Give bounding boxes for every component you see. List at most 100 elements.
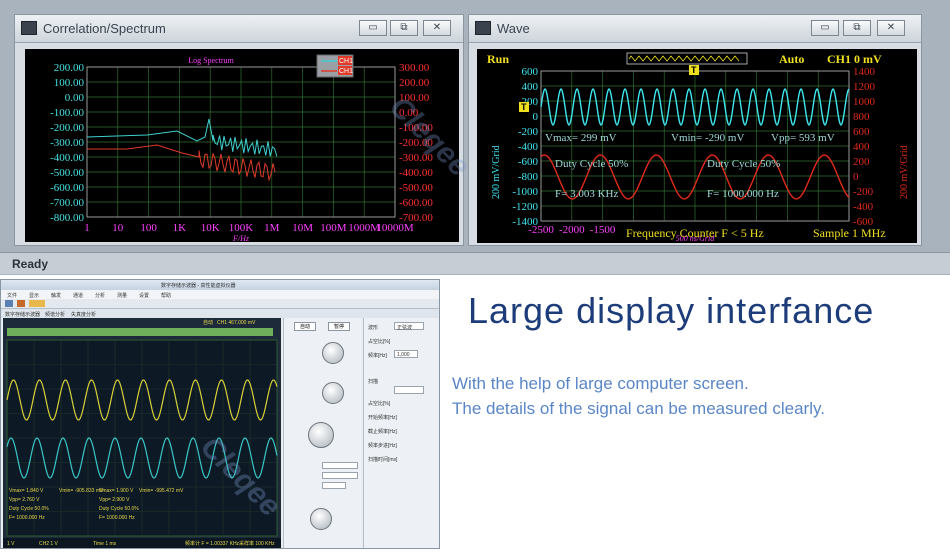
ch2-volts-knob[interactable] bbox=[322, 382, 344, 404]
spectrum-chart: 200.00 100.00 0.00 -100.00 -200.00 -300.00 -40… bbox=[50, 54, 433, 243]
left-tick-label: -100.00 bbox=[50, 107, 84, 119]
menu-settings[interactable]: 设置 bbox=[139, 292, 149, 299]
frequency-ch2: F= 1000.000 Hz bbox=[707, 188, 779, 200]
right-tick-label: 600 bbox=[853, 126, 870, 138]
tab-spectrum[interactable]: 频谱分析 bbox=[45, 311, 65, 318]
wave-plot[interactable]: 600 400 200 0 -200 -400 -600 -800 -1000 -1200 -140… bbox=[477, 49, 917, 243]
scope-software-window: 数字存储示波器 - 高性能虚拟仪器 文件 显示 触发 通道 分析 测量 设置 帮… bbox=[0, 279, 440, 549]
window-titlebar[interactable]: 数字存储示波器 - 高性能虚拟仪器 bbox=[1, 280, 439, 290]
spectrum-window: Correlation/Spectrum ▭ ⧉ ✕ 200.00 100.00 0… bbox=[14, 14, 464, 246]
right-tick-label: 200 bbox=[853, 156, 870, 168]
plot-label: Log Spectrum bbox=[188, 56, 234, 65]
menu-trigger[interactable]: 触发 bbox=[51, 292, 61, 299]
vmax-readout: Vmax= 299 mV bbox=[545, 132, 617, 144]
ch1-volts-knob[interactable] bbox=[322, 342, 344, 364]
menu-help[interactable]: 帮助 bbox=[161, 292, 171, 299]
app-icon bbox=[21, 21, 37, 35]
trigger-mode-select[interactable] bbox=[322, 462, 358, 469]
ch1-measurement: Vmax= 1.840 V bbox=[9, 488, 44, 494]
right-tick-label: 1400 bbox=[853, 66, 876, 78]
left-tick-label: -200 bbox=[518, 126, 539, 138]
panel-label: 截止频率[Hz] bbox=[368, 429, 397, 435]
left-tick-label: 0 bbox=[533, 111, 539, 123]
left-tick-label: -400.00 bbox=[50, 152, 84, 164]
x-tick-label: 10 bbox=[112, 222, 124, 234]
sweep-wave-select[interactable] bbox=[394, 386, 424, 394]
left-tick-label: -1200 bbox=[512, 201, 538, 213]
close-button[interactable]: ✕ bbox=[423, 20, 451, 36]
duty-cycle-ch1: Duty Cycle 50% bbox=[555, 158, 628, 170]
spectrum-plot[interactable]: 200.00 100.00 0.00 -100.00 -200.00 -300.00 -40… bbox=[25, 49, 459, 243]
left-axis-unit: 200 mV/Grid bbox=[491, 145, 502, 199]
level-marker-label: T bbox=[521, 102, 527, 112]
waveform-select[interactable]: 正弦波 bbox=[394, 322, 424, 331]
minimize-button[interactable]: ▭ bbox=[811, 20, 839, 36]
toolbar-icon[interactable] bbox=[29, 300, 45, 307]
panel-label: 波形 bbox=[368, 325, 379, 331]
toolbar-icon[interactable] bbox=[17, 300, 25, 307]
status-bar: Ready bbox=[0, 252, 950, 274]
panel-label: 频率[Hz] bbox=[368, 353, 387, 359]
menu-analysis[interactable]: 分析 bbox=[95, 292, 105, 299]
x-tick-label: 100K bbox=[229, 222, 254, 234]
sample-rate: 采样率 100 KHz bbox=[239, 540, 275, 547]
pause-button[interactable]: 暂停 bbox=[328, 322, 350, 331]
ch1-measurement: Duty Cycle 50.0% bbox=[9, 506, 49, 512]
frequency-counter: Frequency Counter F < 5 Hz bbox=[626, 226, 764, 240]
mode-readout: 自动 bbox=[203, 319, 213, 326]
spectrum-trace-2 bbox=[87, 144, 276, 182]
ch1-measurement: F= 1000.000 Hz bbox=[9, 515, 45, 521]
menu-file[interactable]: 文件 bbox=[7, 292, 17, 299]
x-tick-label: -1500 bbox=[590, 224, 616, 236]
left-tick-label: 0.00 bbox=[65, 92, 85, 104]
wave-window-titlebar[interactable]: Wave ▭ ⧉ ✕ bbox=[469, 15, 921, 43]
toolbar-icon[interactable] bbox=[5, 300, 13, 307]
oscilloscope-app-window: Correlation/Spectrum ▭ ⧉ ✕ 200.00 100.00 0… bbox=[0, 0, 950, 275]
minimize-button[interactable]: ▭ bbox=[359, 20, 387, 36]
restore-button[interactable]: ⧉ bbox=[843, 20, 871, 36]
tab-distortion[interactable]: 失真度分析 bbox=[71, 311, 96, 318]
waveform-chart: 6004002000-200-400-600-800-1000-1200-140… bbox=[487, 52, 910, 243]
promo-line-2: The details of the signal can be measure… bbox=[452, 399, 825, 418]
ch1-vmin: Vmin= -905.833 mV bbox=[59, 488, 104, 494]
spectrum-window-titlebar[interactable]: Correlation/Spectrum ▭ ⧉ ✕ bbox=[15, 15, 463, 43]
x-tick-label: 1K bbox=[173, 222, 187, 234]
ch1-measurement: Vpp= 2.760 V bbox=[9, 497, 40, 503]
vpp-readout: Vpp= 593 mV bbox=[771, 132, 835, 144]
timebase-knob[interactable] bbox=[308, 422, 334, 448]
menu-channel[interactable]: 通道 bbox=[73, 292, 83, 299]
scope-display[interactable]: 自动 CH1 467.000 mV Vmax= 1.840 V Vpp= 2.760 … bbox=[3, 318, 281, 548]
frequency-input[interactable]: 1,000 bbox=[394, 350, 418, 358]
x-tick-label: -2500 bbox=[528, 224, 554, 236]
trigger-source-select[interactable] bbox=[322, 472, 358, 479]
trigger-level-knob[interactable] bbox=[310, 508, 332, 530]
right-tick-label: -400.00 bbox=[399, 167, 433, 179]
right-tick-label: 800 bbox=[853, 111, 870, 123]
panel-label: 占空比[%] bbox=[368, 339, 391, 345]
left-tick-label: -300.00 bbox=[50, 137, 84, 149]
wave-window: Wave ▭ ⧉ ✕ 600 400 200 0 -200 -400 -600 -800 -10… bbox=[468, 14, 922, 246]
menu-display[interactable]: 显示 bbox=[29, 292, 39, 299]
auto-button[interactable]: 自动 bbox=[294, 322, 316, 331]
sample-rate: Sample 1 MHz bbox=[813, 226, 886, 240]
left-tick-label: 600 bbox=[522, 66, 539, 78]
close-button[interactable]: ✕ bbox=[877, 20, 905, 36]
menu-measure[interactable]: 测量 bbox=[117, 292, 127, 299]
right-tick-label: 1000 bbox=[853, 96, 876, 108]
trigger-level-input[interactable] bbox=[322, 482, 346, 489]
left-tick-label: -600.00 bbox=[50, 182, 84, 194]
ch2-measurement: Vmax= 1.900 V bbox=[99, 488, 134, 494]
right-tick-label: -200 bbox=[853, 186, 874, 198]
restore-button[interactable]: ⧉ bbox=[390, 20, 418, 36]
status-text: Ready bbox=[12, 257, 49, 271]
promo-title: Large display interfance bbox=[468, 290, 875, 331]
right-axis-unit: 200 mV/Grid bbox=[899, 145, 910, 199]
timeline-bar bbox=[7, 328, 273, 336]
signal-generator-panel: 波形 正弦波 占空比[%] 频率[Hz] 1,000 扫描 占空比[%] 开始频… bbox=[363, 318, 439, 548]
frequency-counter: 频率计 F = 1.00337 KHz bbox=[185, 540, 240, 547]
tab-oscilloscope[interactable]: 数字存储示波器 bbox=[5, 311, 40, 318]
channel-readout: CH1 467.000 mV bbox=[217, 320, 256, 326]
x-tick-label: 100M bbox=[320, 222, 347, 234]
left-tick-label: -200.00 bbox=[50, 122, 84, 134]
ch2-measurement: Vpp= 2.900 V bbox=[99, 497, 130, 503]
